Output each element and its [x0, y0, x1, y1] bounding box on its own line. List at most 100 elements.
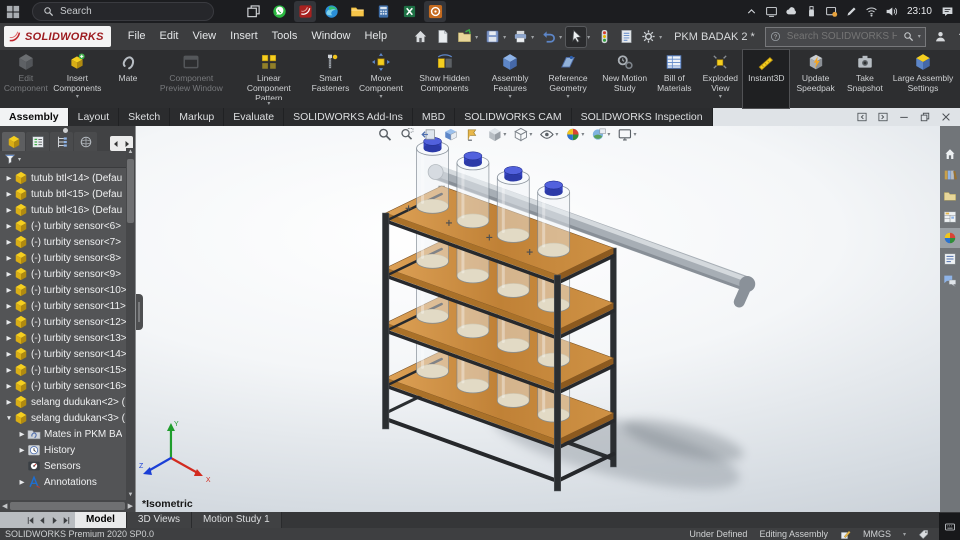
task-pane-button[interactable] [940, 186, 960, 206]
command-tab[interactable]: MBD [413, 108, 456, 126]
expand-arrow-icon[interactable]: ▶ [4, 238, 14, 246]
tree-vertical-scrollbar[interactable]: ▲ ▼ [126, 148, 135, 500]
headsup-button[interactable]: ▾ [513, 127, 532, 142]
win-min-icon[interactable] [898, 111, 910, 123]
expand-arrow-icon[interactable]: ▶ [4, 206, 14, 214]
tree-item[interactable]: ▶ tutub btl<16> (Defau [0, 202, 135, 218]
expand-arrow-icon[interactable]: ▼ [4, 415, 14, 422]
quick-access-button[interactable] [594, 27, 614, 47]
doc-prev-icon[interactable] [856, 111, 868, 123]
expand-arrow-icon[interactable]: ▶ [4, 318, 14, 326]
tab-right-icon[interactable] [123, 140, 131, 148]
tree-item[interactable]: ▶ (-) turbity sensor<6> [0, 218, 135, 234]
tree-item[interactable]: ▶ (-) turbity sensor<7> [0, 234, 135, 250]
tree-item[interactable]: ▶ (-) turbity sensor<12> [0, 314, 135, 330]
tree-item[interactable]: ▼ selang dudukan<3> ( [0, 410, 135, 426]
taskbar-app[interactable] [268, 1, 290, 22]
win-close-icon[interactable] [940, 111, 952, 123]
headsup-button[interactable]: ▾ [487, 127, 506, 142]
tree-item[interactable]: ▶ (-) turbity sensor<11> [0, 298, 135, 314]
quick-access-button[interactable] [410, 27, 430, 47]
command-tab[interactable]: Evaluate [224, 108, 285, 126]
feature-manager-tab[interactable] [2, 132, 25, 151]
tag-icon[interactable] [918, 529, 929, 540]
menu-item[interactable]: Window [304, 23, 357, 50]
ribbon-button[interactable]: Assembly Features ▾ [482, 50, 538, 108]
ribbon-button[interactable]: Update Speedpak ▾ [789, 50, 842, 108]
tree-item[interactable]: ▶ (-) turbity sensor<10> [0, 282, 135, 298]
tree-item[interactable]: ▶ (-) turbity sensor<16> [0, 378, 135, 394]
filter-icon[interactable] [4, 153, 16, 165]
wifi-icon[interactable] [865, 5, 878, 18]
ribbon-button[interactable]: Instant3D ▾ [742, 49, 791, 109]
cloud-icon[interactable] [785, 5, 798, 18]
headsup-button[interactable]: ▾ [591, 127, 610, 142]
graphics-viewport[interactable]: X Y Z ▾ ▾ ▾ ▾ ▾ ▾ ▾ ▾ ▾ ▾ ▾ *Isometric [136, 126, 940, 512]
menu-item[interactable]: Tools [265, 23, 305, 50]
tree-item[interactable]: ▶ History [0, 442, 135, 458]
quick-access-button[interactable] [616, 27, 636, 47]
expand-arrow-icon[interactable]: ▶ [4, 270, 14, 278]
expand-arrow-icon[interactable]: ▶ [4, 286, 14, 294]
volume-icon[interactable] [885, 5, 898, 18]
taskbar-search[interactable]: Search [32, 2, 214, 21]
command-tab[interactable]: Assembly [0, 108, 69, 126]
notification-icon[interactable] [941, 5, 954, 18]
quick-access-button[interactable] [538, 27, 562, 47]
start-button[interactable] [0, 0, 26, 23]
tree-item[interactable]: ▶ (-) turbity sensor<13> [0, 330, 135, 346]
menu-item[interactable]: View [185, 23, 223, 50]
expand-arrow-icon[interactable]: ▶ [4, 334, 14, 342]
quick-access-button[interactable] [432, 27, 452, 47]
headsup-button[interactable]: ▾ [443, 127, 458, 142]
expand-arrow-icon[interactable]: ▶ [17, 430, 27, 438]
quick-access-button[interactable] [565, 25, 590, 48]
quick-access-button[interactable] [510, 27, 534, 47]
headsup-button[interactable]: ▾ [421, 127, 436, 142]
taskbar-clock[interactable]: 23:10 [907, 6, 932, 17]
first-tab-icon[interactable] [26, 516, 35, 525]
menu-item[interactable]: Insert [223, 23, 265, 50]
ribbon-button[interactable]: Exploded View ▾ [697, 50, 743, 108]
expand-arrow-icon[interactable]: ▶ [4, 174, 14, 182]
taskbar-app[interactable] [398, 1, 420, 22]
task-pane-button[interactable] [940, 228, 960, 248]
taskbar-app[interactable] [242, 1, 264, 22]
tree-item[interactable]: ▶ tutub btl<14> (Defau [0, 170, 135, 186]
ribbon-button[interactable]: New Motion Study ▾ [598, 50, 651, 108]
units-selector[interactable]: MMGS [863, 529, 891, 539]
ribbon-button[interactable]: Show Hidden Components ▾ [407, 50, 482, 108]
tree-item[interactable]: ▶ (-) turbity sensor<14> [0, 346, 135, 362]
tab-left-icon[interactable] [112, 140, 120, 148]
tree-item[interactable]: ▶ selang dudukan<2> ( [0, 394, 135, 410]
task-pane-button[interactable] [940, 249, 960, 269]
expand-arrow-icon[interactable]: ▶ [4, 382, 14, 390]
ribbon-button[interactable]: Reference Geometry ▾ [538, 50, 598, 108]
quick-access-button[interactable] [482, 27, 506, 47]
last-tab-icon[interactable] [62, 516, 71, 525]
tree-item[interactable]: Sensors [0, 458, 135, 474]
menu-item[interactable]: File [121, 23, 153, 50]
ribbon-button[interactable]: Edit Component ▾ [2, 50, 50, 108]
document-tab[interactable]: Model [75, 512, 127, 528]
expand-arrow-icon[interactable]: ▶ [4, 222, 14, 230]
feature-manager-tab[interactable] [50, 132, 73, 151]
taskbar-app[interactable] [372, 1, 394, 22]
taskbar-app[interactable] [424, 1, 446, 22]
corner-grip[interactable] [939, 513, 960, 540]
quick-access-button[interactable] [638, 27, 662, 47]
ribbon-button[interactable]: Smart Fasteners ▾ [306, 50, 355, 108]
expand-arrow-icon[interactable]: ▶ [4, 302, 14, 310]
command-tab[interactable]: Sketch [119, 108, 171, 126]
help-search-box[interactable]: ? ▾ [764, 26, 926, 47]
headsup-button[interactable]: ▾ [539, 127, 558, 142]
document-tab[interactable]: Motion Study 1 [191, 512, 282, 528]
assembly-model[interactable]: X Y Z [136, 126, 940, 512]
help-search-magnifier-icon[interactable] [903, 31, 914, 42]
ribbon-button[interactable]: Insert Components ▾ [50, 50, 105, 108]
menu-item[interactable]: Help [357, 23, 394, 50]
chevron-up-icon[interactable] [745, 5, 758, 18]
ribbon-button[interactable]: Large Assembly Settings ▾ [888, 50, 958, 108]
expand-arrow-icon[interactable]: ▶ [4, 398, 14, 406]
feature-manager-tab[interactable] [74, 132, 97, 151]
